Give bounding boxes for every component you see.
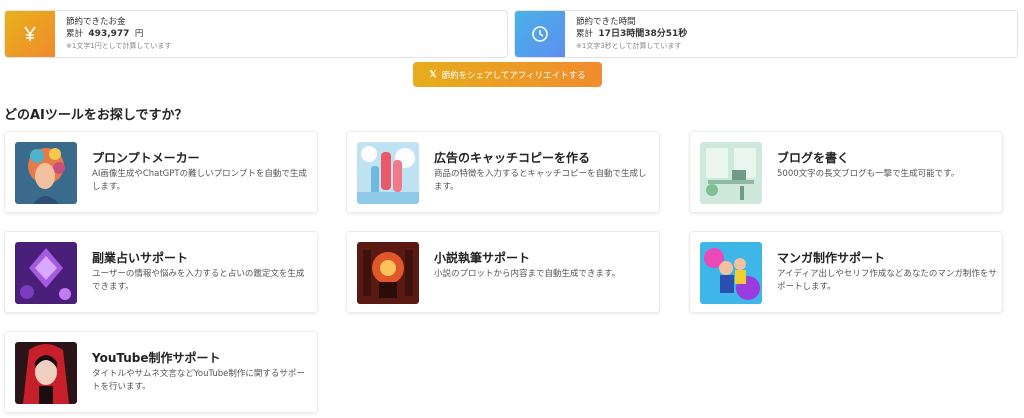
tool-description: AI画像生成やChatGPTの難しいプロンプトを自動で生成します。 bbox=[92, 169, 307, 192]
tool-description: 商品の特徴を入力するとキャッチコピーを自動で生成します。 bbox=[434, 169, 647, 192]
tool-description: タイトルやサムネ文言などYouTube制作に関するサポートを行います。 bbox=[92, 369, 305, 392]
tool-card-manga[interactable]: マンガ制作サポート アイディア出しやセリフ作成などあなたのマンガ制作をサポートし… bbox=[689, 231, 1003, 313]
tool-description: アイディア出しやセリフ作成などあなたのマンガ制作をサポートします。 bbox=[777, 269, 997, 292]
tool-name: 小説執筆サポート bbox=[434, 251, 531, 265]
fortune-thumbnail bbox=[15, 242, 77, 304]
tool-card-blog[interactable]: ブログを書く 5000文字の長文ブログも一撃で生成可能です。 bbox=[689, 131, 1003, 213]
time-saved-value: 17日3時間38分51秒 bbox=[598, 29, 688, 39]
money-saved-note: ※1文字1円として計算しています bbox=[66, 42, 172, 50]
blog-thumbnail bbox=[700, 142, 762, 204]
yen-icon bbox=[5, 11, 55, 57]
tool-name: プロンプトメーカー bbox=[92, 151, 200, 165]
tool-card-fortune[interactable]: 副業占いサポート ユーザーの情報や悩みを入力すると占いの鑑定文を生成できます。 bbox=[4, 231, 318, 313]
tool-card-novel[interactable]: 小説執筆サポート 小説のプロットから内容まで自動生成できます。 bbox=[346, 231, 660, 313]
share-affiliate-button[interactable]: 𝕏 節約をシェアしてアフィリエイトする bbox=[413, 62, 602, 87]
tool-name: マンガ制作サポート bbox=[777, 251, 886, 265]
time-saved-title: 節約できた時間 bbox=[576, 17, 636, 27]
tool-card-prompt-maker[interactable]: プロンプトメーカー AI画像生成やChatGPTの難しいプロンプトを自動で生成し… bbox=[4, 131, 318, 213]
savings-stats: 節約できたお金 累計 493,977 円 ※1文字1円として計算しています 節約… bbox=[4, 10, 1018, 58]
novel-thumbnail bbox=[357, 242, 419, 304]
money-saved-value-line: 累計 493,977 円 bbox=[66, 29, 144, 39]
money-saved-card: 節約できたお金 累計 493,977 円 ※1文字1円として計算しています bbox=[4, 10, 508, 58]
manga-thumbnail bbox=[700, 242, 762, 304]
tool-card-youtube[interactable]: YouTube制作サポート タイトルやサムネ文言などYouTube制作に関するサ… bbox=[4, 331, 318, 413]
tool-name: ブログを書く bbox=[777, 151, 850, 165]
prompt-maker-thumbnail bbox=[15, 142, 77, 204]
x-logo-icon: 𝕏 bbox=[429, 69, 437, 79]
time-saved-card: 節約できた時間 累計 17日3時間38分51秒 ※1文字3秒として計算しています bbox=[514, 10, 1018, 58]
share-affiliate-label: 節約をシェアしてアフィリエイトする bbox=[441, 69, 586, 80]
money-saved-title: 節約できたお金 bbox=[66, 17, 126, 27]
money-saved-value: 493,977 bbox=[88, 29, 130, 39]
time-saved-note: ※1文字3秒として計算しています bbox=[576, 42, 682, 50]
tool-description: 小説のプロットから内容まで自動生成できます。 bbox=[434, 269, 621, 279]
time-saved-value-line: 累計 17日3時間38分51秒 bbox=[576, 29, 688, 39]
youtube-thumbnail bbox=[15, 342, 77, 404]
tool-card-catchcopy[interactable]: 広告のキャッチコピーを作る 商品の特徴を入力するとキャッチコピーを自動で生成しま… bbox=[346, 131, 660, 213]
tool-name: YouTube制作サポート bbox=[92, 351, 221, 365]
clock-icon bbox=[515, 11, 565, 57]
tool-description: ユーザーの情報や悩みを入力すると占いの鑑定文を生成できます。 bbox=[92, 269, 305, 292]
section-title: どのAIツールをお探しですか？ bbox=[4, 108, 188, 123]
tool-name: 副業占いサポート bbox=[92, 251, 189, 265]
tool-name: 広告のキャッチコピーを作る bbox=[434, 151, 591, 165]
catchcopy-thumbnail bbox=[357, 142, 419, 204]
tool-description: 5000文字の長文ブログも一撃で生成可能です。 bbox=[777, 169, 960, 179]
